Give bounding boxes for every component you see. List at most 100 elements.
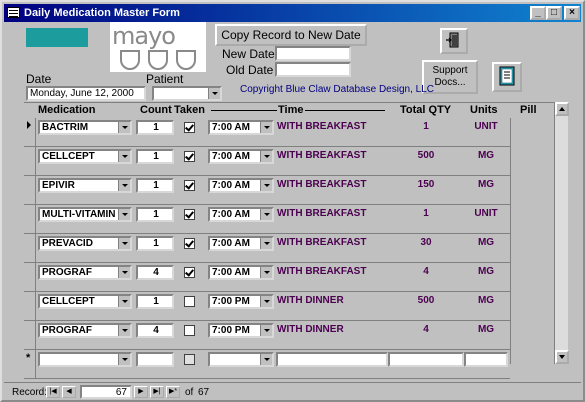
taken-checkbox[interactable] xyxy=(184,296,195,307)
taken-checkbox[interactable] xyxy=(184,238,195,249)
notebook-button[interactable] xyxy=(492,62,522,92)
chevron-down-icon[interactable] xyxy=(260,151,272,162)
chevron-down-icon[interactable] xyxy=(118,180,130,191)
copy-record-button[interactable]: Copy Record to New Date xyxy=(215,24,367,46)
chevron-down-icon[interactable] xyxy=(118,325,130,336)
chevron-down-icon[interactable] xyxy=(260,180,272,191)
chevron-down-icon[interactable] xyxy=(260,354,272,365)
time-dropdown[interactable]: 7:00 AM xyxy=(208,265,274,280)
patient-dropdown[interactable] xyxy=(152,86,222,101)
medication-dropdown[interactable]: CELLCEPT xyxy=(38,294,132,309)
logo-shield-right xyxy=(176,50,196,70)
chevron-down-icon[interactable] xyxy=(260,238,272,249)
taken-checkbox[interactable] xyxy=(184,267,195,278)
record-selector[interactable] xyxy=(24,147,36,176)
exit-door-button[interactable] xyxy=(440,28,468,54)
taken-checkbox[interactable] xyxy=(184,325,195,336)
new-date-field[interactable] xyxy=(275,46,351,61)
medication-dropdown[interactable]: PREVACID xyxy=(38,236,132,251)
time-dropdown[interactable]: 7:00 AM xyxy=(208,207,274,222)
taken-checkbox[interactable] xyxy=(184,180,195,191)
chevron-down-icon[interactable] xyxy=(260,296,272,307)
taken-checkbox[interactable] xyxy=(184,209,195,220)
medication-dropdown[interactable]: PROGRAF xyxy=(38,323,132,338)
count-field[interactable]: 1 xyxy=(136,120,174,135)
count-field[interactable]: 1 xyxy=(136,236,174,251)
minimize-button[interactable]: _ xyxy=(530,6,546,20)
taken-checkbox[interactable] xyxy=(184,354,195,365)
count-field[interactable] xyxy=(136,352,174,367)
last-record-button[interactable]: ▶| xyxy=(150,386,164,398)
chevron-down-icon[interactable] xyxy=(260,122,272,133)
logo-shield-left xyxy=(120,50,140,70)
record-selector[interactable] xyxy=(24,263,36,292)
time-dropdown[interactable]: 7:00 PM xyxy=(208,294,274,309)
record-selector[interactable] xyxy=(24,292,36,321)
close-button[interactable]: × xyxy=(564,6,580,20)
maximize-button[interactable]: □ xyxy=(546,6,562,20)
taken-checkbox[interactable] xyxy=(184,122,195,133)
taken-checkbox[interactable] xyxy=(184,151,195,162)
first-record-button[interactable]: |◀ xyxy=(46,386,60,398)
chevron-down-icon[interactable] xyxy=(118,267,130,278)
window-title: Daily Medication Master Form xyxy=(24,7,180,19)
record-selector[interactable] xyxy=(24,176,36,205)
chevron-down-icon[interactable] xyxy=(118,209,130,220)
current-record-field[interactable]: 67 xyxy=(80,385,132,399)
chevron-down-icon[interactable] xyxy=(118,296,130,307)
count-field[interactable]: 4 xyxy=(136,323,174,338)
chevron-down-icon[interactable] xyxy=(118,238,130,249)
medication-dropdown-value: CELLCEPT xyxy=(42,296,95,307)
count-field-value: 1 xyxy=(153,238,159,249)
logo-text: mayo xyxy=(112,22,176,50)
chevron-down-icon[interactable] xyxy=(260,267,272,278)
time-dropdown[interactable]: 7:00 AM xyxy=(208,236,274,251)
medication-dropdown[interactable] xyxy=(38,352,132,367)
record-selector[interactable] xyxy=(24,205,36,234)
time-dropdown-value: 7:00 AM xyxy=(212,151,250,162)
units-text: MG xyxy=(477,179,495,190)
medication-dropdown-value: EPIVIR xyxy=(42,180,75,191)
next-record-button[interactable]: ▶ xyxy=(134,386,148,398)
count-field[interactable]: 4 xyxy=(136,265,174,280)
chevron-down-icon[interactable] xyxy=(208,88,220,99)
total-qty: 500 xyxy=(417,150,435,161)
old-date-field[interactable] xyxy=(275,62,351,77)
previous-record-button[interactable]: ◀ xyxy=(62,386,76,398)
scroll-up-button[interactable] xyxy=(555,102,569,116)
medication-dropdown[interactable]: BACTRIM xyxy=(38,120,132,135)
count-field[interactable]: 1 xyxy=(136,207,174,222)
time-dropdown[interactable] xyxy=(208,352,274,367)
chevron-down-icon[interactable] xyxy=(260,325,272,336)
col-taken: Taken xyxy=(174,104,205,116)
total-qty-field[interactable] xyxy=(388,352,464,367)
scroll-down-button[interactable] xyxy=(555,350,569,364)
time-dropdown[interactable]: 7:00 AM xyxy=(208,178,274,193)
count-field[interactable]: 1 xyxy=(136,294,174,309)
chevron-down-icon[interactable] xyxy=(260,209,272,220)
chevron-down-icon[interactable] xyxy=(118,122,130,133)
instruction-field[interactable] xyxy=(276,352,388,367)
units-field[interactable] xyxy=(464,352,508,367)
medication-dropdown[interactable]: MULTI-VITAMIN xyxy=(38,207,132,222)
time-dropdown[interactable]: 7:00 AM xyxy=(208,149,274,164)
time-dropdown[interactable]: 7:00 AM xyxy=(208,120,274,135)
vertical-scrollbar[interactable] xyxy=(554,102,569,364)
date-field[interactable]: Monday, June 12, 2000 xyxy=(26,86,146,101)
record-selector[interactable] xyxy=(24,118,36,147)
new-record-button[interactable]: ▶* xyxy=(166,386,180,398)
time-dropdown-value: 7:00 PM xyxy=(212,325,250,336)
record-selector[interactable] xyxy=(24,321,36,350)
chevron-down-icon[interactable] xyxy=(118,151,130,162)
count-field[interactable]: 1 xyxy=(136,149,174,164)
medication-dropdown[interactable]: PROGRAF xyxy=(38,265,132,280)
record-selector[interactable] xyxy=(24,234,36,263)
count-field-value: 1 xyxy=(153,180,159,191)
medication-dropdown[interactable]: EPIVIR xyxy=(38,178,132,193)
record-selector[interactable]: * xyxy=(24,350,36,379)
medication-dropdown[interactable]: CELLCEPT xyxy=(38,149,132,164)
count-field[interactable]: 1 xyxy=(136,178,174,193)
chevron-down-icon[interactable] xyxy=(118,354,130,365)
count-field-value: 4 xyxy=(153,267,159,278)
time-dropdown[interactable]: 7:00 PM xyxy=(208,323,274,338)
